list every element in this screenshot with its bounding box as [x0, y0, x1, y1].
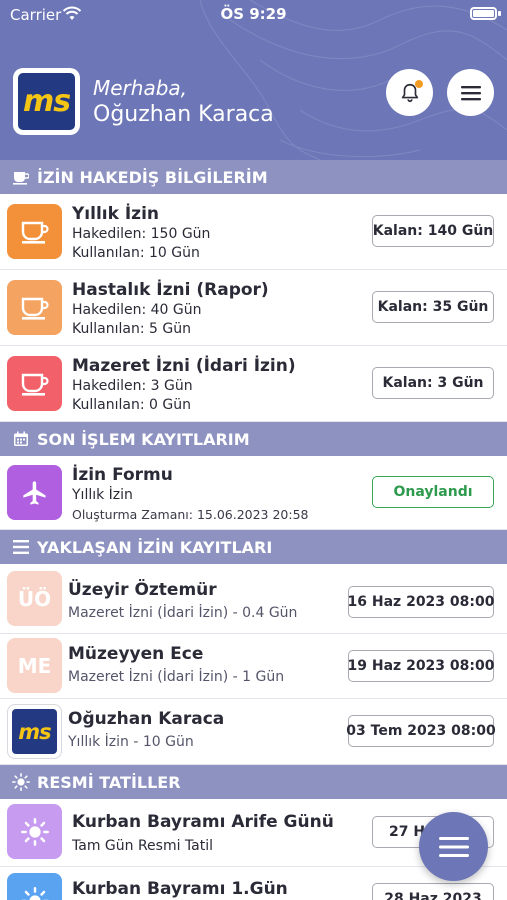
leave-type: Hastalık İzni (Rapor): [72, 280, 269, 300]
section-title: SON İŞLEM KAYITLARIM: [37, 429, 250, 449]
sun-icon: [7, 804, 62, 859]
leave-detail: Mazeret İzni (İdari İzin) - 1 Gün: [68, 669, 285, 685]
calendar-icon: [12, 430, 30, 448]
employee-name: Müzeyyen Ece: [68, 644, 204, 664]
section-upcoming-leaves: YAKLAŞAN İZİN KAYITLARI: [0, 530, 507, 564]
earned-days: Hakedilen: 150 Gün: [72, 226, 211, 242]
leave-date-badge: 19 Haz 2023 08:00: [348, 650, 494, 682]
leave-date-badge: 03 Tem 2023 08:00: [346, 715, 496, 747]
user-name: Oğuzhan Karaca: [93, 102, 274, 127]
upcoming-leave-row[interactable]: ms Oğuzhan Karaca Yıllık İzin - 10 Gün 0…: [0, 699, 507, 765]
sun-icon: [7, 873, 62, 900]
remaining-badge: Kalan: 140 Gün: [372, 215, 494, 247]
section-leave-rights: İZİN HAKEDİŞ BİLGİLERİM: [0, 160, 507, 194]
upcoming-leave-row[interactable]: ÜÖ Üzeyir Öztemür Mazeret İzni (İdari İz…: [0, 564, 507, 634]
leave-right-row[interactable]: Mazeret İzni (İdari İzin) Hakedilen: 3 G…: [0, 346, 507, 422]
used-days: Kullanılan: 0 Gün: [72, 397, 191, 413]
earned-days: Hakedilen: 40 Gün: [72, 302, 202, 318]
header: Carrier ÖS 9:29 ms Merhaba, Oğuzhan Kara…: [0, 0, 507, 160]
avatar: ME: [7, 638, 62, 693]
section-title: İZİN HAKEDİŞ BİLGİLERİM: [37, 167, 268, 187]
avatar: ms: [7, 704, 62, 759]
sun-icon: [12, 773, 30, 791]
leave-type: Mazeret İzni (İdari İzin): [72, 356, 296, 376]
floating-menu-button[interactable]: [419, 812, 488, 881]
section-title: RESMİ TATİLLER: [37, 772, 181, 792]
cup-icon: [7, 356, 62, 411]
logo-text: ms: [22, 84, 71, 119]
employee-name: Üzeyir Öztemür: [68, 580, 217, 600]
avatar: ÜÖ: [7, 571, 62, 626]
leave-detail: Yıllık İzin - 10 Gün: [68, 734, 194, 750]
leave-detail: Mazeret İzni (İdari İzin) - 0.4 Gün: [68, 605, 298, 621]
upcoming-leave-row[interactable]: ME Müzeyyen Ece Mazeret İzni (İdari İzin…: [0, 634, 507, 699]
holiday-title: Kurban Bayramı 1.Gün: [72, 879, 288, 899]
remaining-badge: Kalan: 3 Gün: [372, 367, 494, 399]
company-logo: ms: [13, 68, 80, 135]
cup-icon: [7, 280, 62, 335]
leave-date-badge: 16 Haz 2023 08:00: [348, 586, 494, 618]
notification-dot: [415, 80, 423, 88]
used-days: Kullanılan: 10 Gün: [72, 245, 200, 261]
airplane-icon: [7, 465, 62, 520]
section-public-holidays: RESMİ TATİLLER: [0, 765, 507, 799]
clock: ÖS 9:29: [220, 5, 287, 23]
transaction-row[interactable]: İzin Formu Yıllık İzin Oluşturma Zamanı:…: [0, 456, 507, 530]
status-bar: Carrier ÖS 9:29: [0, 0, 507, 30]
used-days: Kullanılan: 5 Gün: [72, 321, 191, 337]
earned-days: Hakedilen: 3 Gün: [72, 378, 193, 394]
hamburger-icon: [460, 85, 481, 100]
created-at: Oluşturma Zamanı: 15.06.2023 20:58: [72, 507, 309, 522]
battery-tip: [498, 11, 501, 16]
transaction-type: Yıllık İzin: [72, 487, 133, 503]
holiday-date-badge: 28 Haz 2023: [372, 883, 494, 900]
greeting: Merhaba,: [93, 76, 188, 100]
avatar-logo-text: ms: [18, 719, 51, 744]
employee-name: Oğuzhan Karaca: [68, 709, 225, 729]
cup-icon: [7, 204, 62, 259]
menu-button[interactable]: [447, 69, 494, 116]
list-icon: [12, 538, 30, 556]
section-recent-transactions: SON İŞLEM KAYITLARIM: [0, 422, 507, 456]
leave-right-row[interactable]: Hastalık İzni (Rapor) Hakedilen: 40 Gün …: [0, 270, 507, 346]
battery-icon: [470, 7, 497, 20]
section-title: YAKLAŞAN İZİN KAYITLARI: [37, 537, 273, 557]
status-badge: Onaylandı: [372, 476, 494, 508]
leave-type: Yıllık İzin: [72, 204, 159, 224]
holiday-title: Kurban Bayramı Arife Günü: [72, 812, 334, 832]
hamburger-icon: [438, 836, 469, 857]
leave-right-row[interactable]: Yıllık İzin Hakedilen: 150 Gün Kullanıla…: [0, 194, 507, 270]
holiday-type: Tam Gün Resmi Tatil: [72, 838, 214, 854]
cup-icon: [12, 168, 30, 186]
remaining-badge: Kalan: 35 Gün: [372, 291, 494, 323]
notifications-button[interactable]: [386, 69, 433, 116]
transaction-title: İzin Formu: [72, 465, 173, 485]
